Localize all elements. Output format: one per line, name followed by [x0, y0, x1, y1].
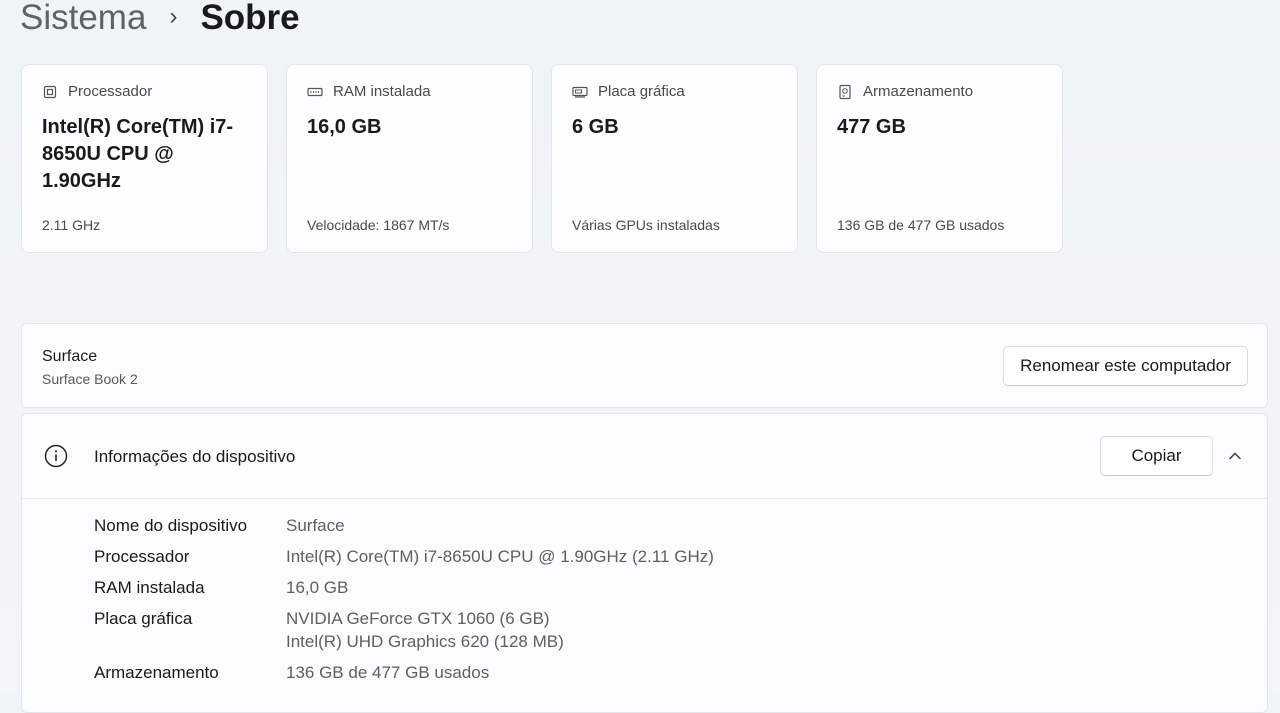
- spec-card-header: Armazenamento: [837, 83, 973, 100]
- spec-row-label: Armazenamento: [94, 663, 219, 682]
- spec-card-label: Placa gráfica: [598, 83, 685, 100]
- spec-card-label: Armazenamento: [863, 83, 974, 100]
- spec-row-label: RAM instalada: [94, 578, 205, 597]
- spec-card-storage: Armazenamento 477 GB 136 GB de 477 GB us…: [816, 64, 1063, 253]
- spec-card-detail: Velocidade: 1867 MT/s: [307, 217, 450, 233]
- spec-card-processor: Processador Intel(R) Core(TM) i7-8650U C…: [21, 64, 268, 253]
- device-model: Surface Book 2: [42, 371, 138, 387]
- spec-row-value: Intel(R) Core(TM) i7-8650U CPU @ 1.90GHz…: [286, 547, 714, 566]
- spec-card-ram: RAM instalada 16,0 GB Velocidade: 1867 M…: [286, 64, 533, 253]
- info-icon: [44, 444, 68, 468]
- device-info-header[interactable]: Informações do dispositivo Copiar: [22, 414, 1267, 499]
- breadcrumb-parent-sistema[interactable]: Sistema: [20, 0, 146, 40]
- spec-card-label: RAM instalada: [333, 83, 431, 100]
- chevron-up-icon[interactable]: [1227, 448, 1243, 464]
- spec-card-header: RAM instalada: [307, 83, 431, 100]
- spec-card-value: Intel(R) Core(TM) i7-8650U CPU @ 1.90GHz: [42, 116, 234, 192]
- storage-icon: [837, 84, 853, 100]
- spec-row-value: NVIDIA GeForce GTX 1060 (6 GB): [286, 609, 550, 628]
- spec-row-value: Surface: [286, 516, 345, 535]
- spec-row-value-secondary: Intel(R) UHD Graphics 620 (128 MB): [286, 632, 564, 651]
- spec-card-detail: Várias GPUs instaladas: [572, 217, 720, 233]
- copy-button[interactable]: Copiar: [1100, 436, 1213, 476]
- device-info-title: Informações do dispositivo: [94, 447, 296, 466]
- spec-row-value: 136 GB de 477 GB usados: [286, 663, 490, 682]
- breadcrumb: Sistema › Sobre: [20, 0, 300, 40]
- spec-card-value: 6 GB: [572, 116, 619, 138]
- device-name: Surface: [42, 348, 98, 365]
- breadcrumb-separator: ›: [169, 3, 178, 30]
- gpu-icon: [572, 84, 588, 100]
- spec-card-header: Processador: [42, 83, 152, 100]
- spec-row-label: Placa gráfica: [94, 609, 193, 628]
- spec-row-value: 16,0 GB: [286, 578, 349, 597]
- processor-icon: [42, 84, 58, 100]
- spec-row-label: Nome do dispositivo: [94, 516, 248, 535]
- spec-card-label: Processador: [68, 83, 153, 100]
- device-info-panel: Informações do dispositivo Copiar Nome d…: [21, 413, 1268, 713]
- spec-card-detail: 2.11 GHz: [42, 217, 101, 233]
- spec-card-detail: 136 GB de 477 GB usados: [837, 217, 1005, 233]
- spec-card-header: Placa gráfica: [572, 83, 685, 100]
- spec-card-gpu: Placa gráfica 6 GB Várias GPUs instalada…: [551, 64, 798, 253]
- spec-card-value: 16,0 GB: [307, 116, 382, 138]
- spec-row-label: Processador: [94, 547, 190, 566]
- page-title: Sobre: [200, 0, 300, 37]
- spec-card-value: 477 GB: [837, 116, 906, 138]
- rename-pc-button[interactable]: Renomear este computador: [1003, 346, 1248, 386]
- device-name-panel: Surface Surface Book 2 Renomear este com…: [21, 323, 1268, 408]
- ram-icon: [307, 84, 323, 100]
